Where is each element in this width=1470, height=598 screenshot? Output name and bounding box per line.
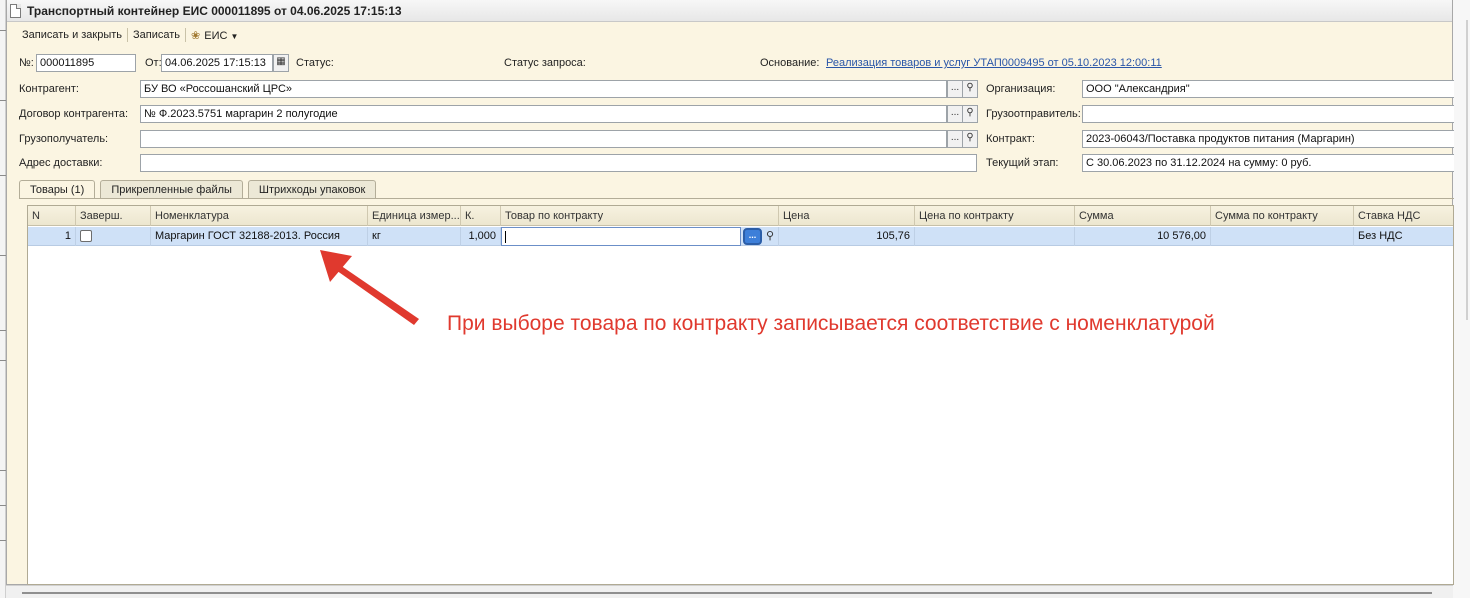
horizontal-scrollbar[interactable] (6, 585, 1453, 598)
annotation-text: При выборе товара по контракту записывае… (447, 312, 1215, 335)
annotation-arrow (320, 250, 419, 325)
